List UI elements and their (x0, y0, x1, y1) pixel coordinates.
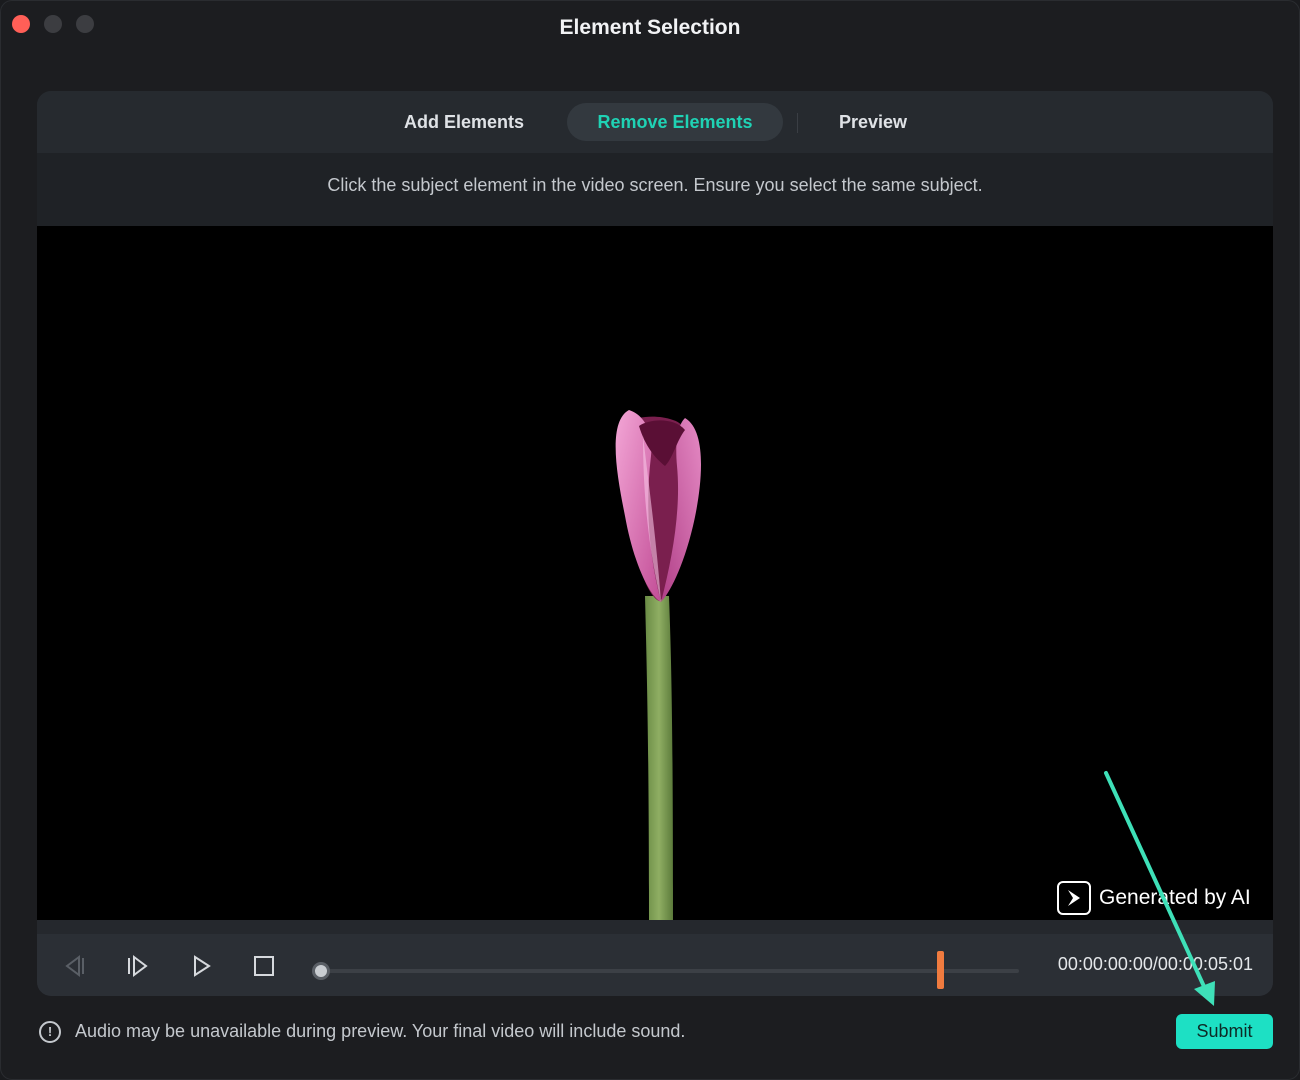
stop-button[interactable] (249, 951, 279, 981)
element-selection-window: Element Selection Add Elements Remove El… (0, 0, 1300, 1080)
title-bar: Element Selection (1, 1, 1299, 55)
instruction-text: Click the subject element in the video s… (327, 175, 983, 195)
next-frame-icon (128, 955, 148, 977)
instruction-row: Click the subject element in the video s… (37, 153, 1273, 226)
filmora-play-icon (1057, 881, 1091, 915)
previous-frame-button[interactable] (59, 951, 89, 981)
timecode-readout: 00:00:00:00/00:00:05:01 (1057, 954, 1253, 974)
playhead-handle[interactable] (312, 962, 330, 980)
play-button[interactable] (187, 951, 217, 981)
play-icon (194, 955, 211, 977)
tulip-image[interactable] (577, 396, 737, 920)
next-frame-button[interactable] (123, 951, 153, 981)
video-preview[interactable]: Generated by AI (37, 226, 1273, 920)
tab-remove-elements[interactable]: Remove Elements (567, 103, 783, 141)
info-icon: ! (39, 1021, 61, 1043)
generated-by-ai-badge: Generated by AI (1057, 880, 1251, 916)
audio-notice: Audio may be unavailable during preview.… (75, 1021, 686, 1041)
tab-add-elements[interactable]: Add Elements (369, 103, 559, 141)
previous-frame-icon (65, 955, 84, 977)
timeline-marker[interactable] (936, 951, 944, 989)
window-title: Element Selection (559, 16, 741, 39)
timeline-track[interactable] (321, 969, 1019, 973)
footer-bar: ! Audio may be unavailable during previe… (1, 1001, 1299, 1071)
tab-preview[interactable]: Preview (793, 103, 953, 141)
mode-tabs: Add Elements Remove Elements Preview (37, 91, 1273, 153)
stop-icon (254, 956, 274, 976)
submit-button[interactable]: Submit (1176, 1014, 1273, 1049)
generated-by-ai-text: Generated by AI (1099, 886, 1251, 909)
selection-panel: Add Elements Remove Elements Preview Cli… (37, 91, 1273, 996)
player-controls: 00:00:00:00/00:00:05:01 (37, 934, 1273, 996)
